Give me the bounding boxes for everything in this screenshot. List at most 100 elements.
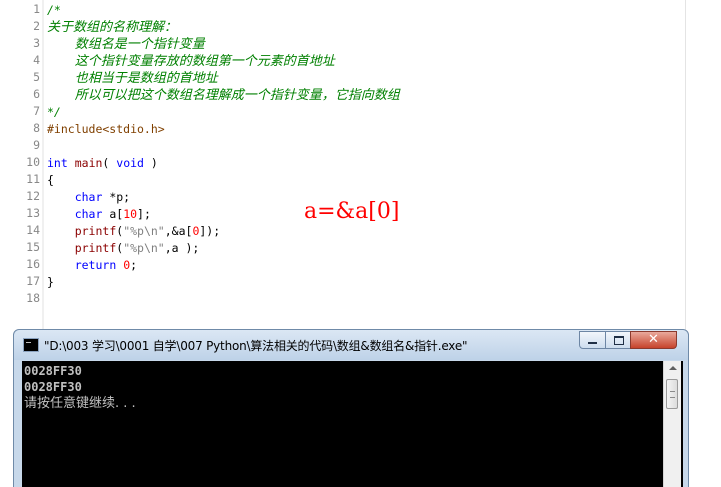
line-number: 10 [26,155,40,169]
code-token: 这个指针变量存放的数组第一个元素的首地址 [74,54,335,69]
code-token: ,a ); [164,241,200,255]
line-number: 18 [26,291,40,305]
code-token: #include<stdio.h> [47,122,165,136]
code-line[interactable]: 10 int main( void ) [0,154,680,171]
code-token: */ [47,105,61,119]
code-text: 也相当于是数组的首地址 [47,69,218,87]
code-token: a[ [102,207,124,221]
code-token: void [116,156,144,170]
line-number: 13 [26,206,40,220]
code-token: main [74,156,103,170]
code-token: char [74,190,103,204]
code-token: } [47,275,54,289]
scroll-thumb[interactable] [666,379,678,409]
scroll-up-arrow-icon[interactable] [664,361,681,377]
code-line[interactable]: 9 [0,137,680,154]
code-token: char [74,207,103,221]
code-token: printf [74,224,117,238]
code-token: 也相当于是数组的首地址 [74,71,218,86]
code-text: int main( void ) [47,154,158,172]
console-output[interactable]: 0028FF30 0028FF30 请按任意键继续. . . [22,361,683,487]
code-line[interactable]: 18 [0,290,680,307]
line-number: 15 [26,240,40,254]
line-number: 9 [33,138,40,152]
maximize-icon [606,332,630,348]
line-number: 16 [26,257,40,271]
maximize-button[interactable] [605,331,631,349]
code-token: 关于数组的名称理解： [47,20,178,35]
code-line[interactable]: 8 #include<stdio.h> [0,120,680,137]
code-token: 数组名是一个指针变量 [74,37,205,52]
code-editor[interactable]: 1/* 2 关于数组的名称理解： 3 数组名是一个指针变量 4 这个指针变量存放的数组第… [0,0,721,330]
line-number: 7 [33,104,40,118]
code-token: ; [130,258,138,272]
code-token: return [74,258,117,272]
code-line[interactable]: 1 /* [0,1,680,18]
code-text: 所以可以把这个数组名理解成一个指针变量，它指向数组 [47,86,400,104]
line-number: 14 [26,223,40,237]
code-token: { [47,173,54,187]
code-token: ,&a[ [164,224,193,238]
code-token: ]); [199,224,221,238]
editor-scroll-edge [685,0,686,330]
code-text: 数组名是一个指针变量 [47,35,205,53]
code-token: printf [74,241,117,255]
code-line[interactable]: 4 这个指针变量存放的数组第一个元素的首地址 [0,52,680,69]
code-line[interactable]: 3 数组名是一个指针变量 [0,35,680,52]
code-line[interactable]: 7 */ [0,103,680,120]
console-prompt-line: 请按任意键继续. . . [24,396,136,411]
close-button[interactable]: ✕ [630,331,677,349]
code-line[interactable]: 16 return 0; [0,256,680,273]
console-window-title: "D:\003 学习\0001 自学\007 Python\算法相关的代码\数组… [44,339,468,353]
code-line[interactable]: 6 所以可以把这个数组名理解成一个指针变量，它指向数组 [0,86,680,103]
code-token: 所以可以把这个数组名理解成一个指针变量，它指向数组 [74,88,400,103]
console-scrollbar[interactable] [663,361,681,487]
console-output-line: 0028FF30 [24,364,82,378]
line-number: 11 [26,172,40,186]
code-line[interactable]: 11 { [0,171,680,188]
code-text: char a[10]; [47,205,151,223]
code-token: *p; [102,190,131,204]
line-number: 8 [33,121,40,135]
code-text: } [47,273,54,291]
console-titlebar[interactable]: "D:\003 学习\0001 自学\007 Python\算法相关的代码\数组… [14,330,688,360]
minimize-button[interactable] [579,331,606,349]
screen: 1/* 2 关于数组的名称理解： 3 数组名是一个指针变量 4 这个指针变量存放的数组第… [0,0,721,487]
code-text: char *p; [47,188,130,206]
line-number: 5 [33,70,40,84]
handwritten-annotation: a=&a[0] [304,199,400,224]
code-token: "%p\n" [123,224,165,238]
code-text: { [47,171,54,189]
line-number: 4 [33,53,40,67]
code-line[interactable]: 5 也相当于是数组的首地址 [0,69,680,86]
line-number: 17 [26,274,40,288]
console-window[interactable]: "D:\003 学习\0001 自学\007 Python\算法相关的代码\数组… [13,329,689,487]
console-app-icon[interactable] [23,338,39,352]
minimize-icon [580,332,605,348]
code-token: ]; [137,207,151,221]
line-number: 12 [26,189,40,203]
code-line[interactable]: 17} [0,273,680,290]
code-line[interactable]: 2 关于数组的名称理解： [0,18,680,35]
code-token: int [47,156,68,170]
code-text: printf("%p\n",&a[0]); [47,222,220,240]
console-output-line: 0028FF30 [24,380,82,394]
code-text: return 0; [47,256,137,274]
code-text: 关于数组的名称理解： [47,18,177,36]
code-line[interactable]: 15 printf("%p\n",a ); [0,239,680,256]
code-text: */ [47,103,61,121]
code-token: ) [143,156,158,170]
code-text: #include<stdio.h> [47,120,165,138]
code-token: "%p\n" [123,241,165,255]
line-number: 1 [33,2,40,16]
code-token: ( [102,156,117,170]
